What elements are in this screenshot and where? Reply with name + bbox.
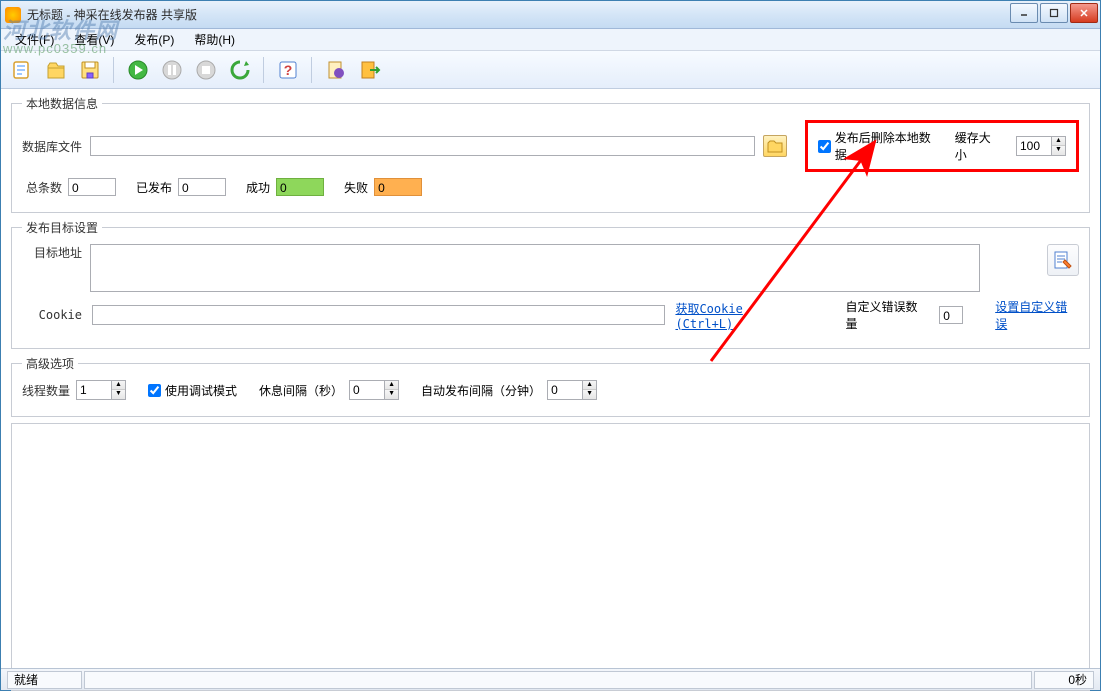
cookie-input[interactable] [92, 305, 665, 325]
folder-icon [767, 139, 783, 153]
cache-size-spinner[interactable]: ▲▼ [1016, 136, 1066, 156]
cache-size-label: 缓存大小 [955, 129, 1002, 163]
spinner-down-icon[interactable]: ▼ [1052, 146, 1065, 155]
main-window: 无标题 - 神采在线发布器 共享版 河北软件网 www.pc0359.cn 文件… [0, 0, 1101, 691]
fail-value: 0 [374, 178, 422, 196]
total-label: 总条数 [26, 179, 62, 196]
status-time: 0秒 [1034, 671, 1094, 689]
toolbar: ? [1, 51, 1100, 89]
success-value: 0 [276, 178, 324, 196]
debug-mode-label[interactable]: 使用调试模式 [148, 382, 237, 399]
browse-folder-button[interactable] [763, 135, 787, 157]
db-file-input[interactable] [90, 136, 755, 156]
log-area[interactable] [11, 423, 1090, 691]
published-label: 已发布 [136, 179, 172, 196]
rest-interval-input[interactable] [350, 381, 384, 399]
spinner-up-icon[interactable]: ▲ [1052, 137, 1065, 146]
stop-button[interactable] [191, 55, 221, 85]
auto-publish-label: 自动发布间隔（分钟） [421, 382, 541, 399]
get-cookie-link[interactable]: 获取Cookie (Ctrl+L) [675, 300, 807, 331]
advanced-options-legend: 高级选项 [22, 355, 78, 372]
target-settings-section: 发布目标设置 目标地址 Cookie 获取Cookie (Ctrl+L) 自定义… [11, 219, 1090, 349]
published-value: 0 [178, 178, 226, 196]
open-button[interactable] [41, 55, 71, 85]
spinner-down-icon[interactable]: ▼ [385, 390, 398, 399]
spinner-up-icon[interactable]: ▲ [112, 381, 125, 390]
new-button[interactable] [7, 55, 37, 85]
toolbar-separator [311, 57, 313, 83]
auto-publish-spinner[interactable]: ▲▼ [547, 380, 597, 400]
db-file-label: 数据库文件 [22, 138, 82, 155]
svg-text:?: ? [284, 62, 293, 78]
menu-help[interactable]: 帮助(H) [186, 29, 243, 50]
app-icon [5, 7, 21, 23]
titlebar: 无标题 - 神采在线发布器 共享版 [1, 1, 1100, 29]
cache-size-input[interactable] [1017, 137, 1051, 155]
menu-view[interactable]: 查看(V) [66, 29, 122, 50]
threads-input[interactable] [77, 381, 111, 399]
close-button[interactable] [1070, 3, 1098, 23]
pause-button[interactable] [157, 55, 187, 85]
target-settings-legend: 发布目标设置 [22, 219, 102, 236]
delete-after-checkbox[interactable] [818, 140, 831, 153]
total-value: 0 [68, 178, 116, 196]
threads-label: 线程数量 [22, 382, 70, 399]
toolbar-separator [113, 57, 115, 83]
local-data-legend: 本地数据信息 [22, 95, 102, 112]
document-edit-icon [1053, 250, 1073, 270]
menu-publish[interactable]: 发布(P) [126, 29, 182, 50]
target-url-input[interactable] [90, 244, 980, 292]
help-button[interactable]: ? [273, 55, 303, 85]
advanced-options-section: 高级选项 线程数量 ▲▼ 使用调试模式 休息间隔（秒） ▲▼ [11, 355, 1090, 417]
window-title: 无标题 - 神采在线发布器 共享版 [27, 6, 197, 23]
save-button[interactable] [75, 55, 105, 85]
target-url-label: 目标地址 [22, 244, 82, 261]
local-data-section: 本地数据信息 数据库文件 发布后删除本地数据 缓存大小 ▲▼ 总条数 [11, 95, 1090, 213]
toolbar-separator [263, 57, 265, 83]
status-ready: 就绪 [7, 671, 82, 689]
custom-error-label: 自定义错误数量 [845, 298, 929, 332]
custom-error-value: 0 [939, 306, 963, 324]
menubar: 文件(F) 查看(V) 发布(P) 帮助(H) [1, 29, 1100, 51]
menu-file[interactable]: 文件(F) [7, 29, 62, 50]
status-middle [84, 671, 1032, 689]
exit-button[interactable] [355, 55, 385, 85]
rest-interval-spinner[interactable]: ▲▼ [349, 380, 399, 400]
minimize-button[interactable] [1010, 3, 1038, 23]
target-config-button[interactable] [1047, 244, 1079, 276]
statusbar: 就绪 0秒 [1, 668, 1100, 690]
set-custom-error-link[interactable]: 设置自定义错误 [995, 298, 1079, 332]
rest-interval-label: 休息间隔（秒） [259, 382, 343, 399]
highlighted-options-box: 发布后删除本地数据 缓存大小 ▲▼ [805, 120, 1079, 172]
fail-label: 失败 [344, 179, 368, 196]
play-button[interactable] [123, 55, 153, 85]
settings-button[interactable] [321, 55, 351, 85]
debug-mode-checkbox[interactable] [148, 384, 161, 397]
threads-spinner[interactable]: ▲▼ [76, 380, 126, 400]
cookie-label: Cookie [22, 308, 82, 322]
spinner-down-icon[interactable]: ▼ [583, 390, 596, 399]
spinner-up-icon[interactable]: ▲ [583, 381, 596, 390]
auto-publish-input[interactable] [548, 381, 582, 399]
maximize-button[interactable] [1040, 3, 1068, 23]
delete-after-checkbox-label[interactable]: 发布后删除本地数据 [818, 129, 941, 163]
spinner-up-icon[interactable]: ▲ [385, 381, 398, 390]
success-label: 成功 [246, 179, 270, 196]
refresh-button[interactable] [225, 55, 255, 85]
spinner-down-icon[interactable]: ▼ [112, 390, 125, 399]
